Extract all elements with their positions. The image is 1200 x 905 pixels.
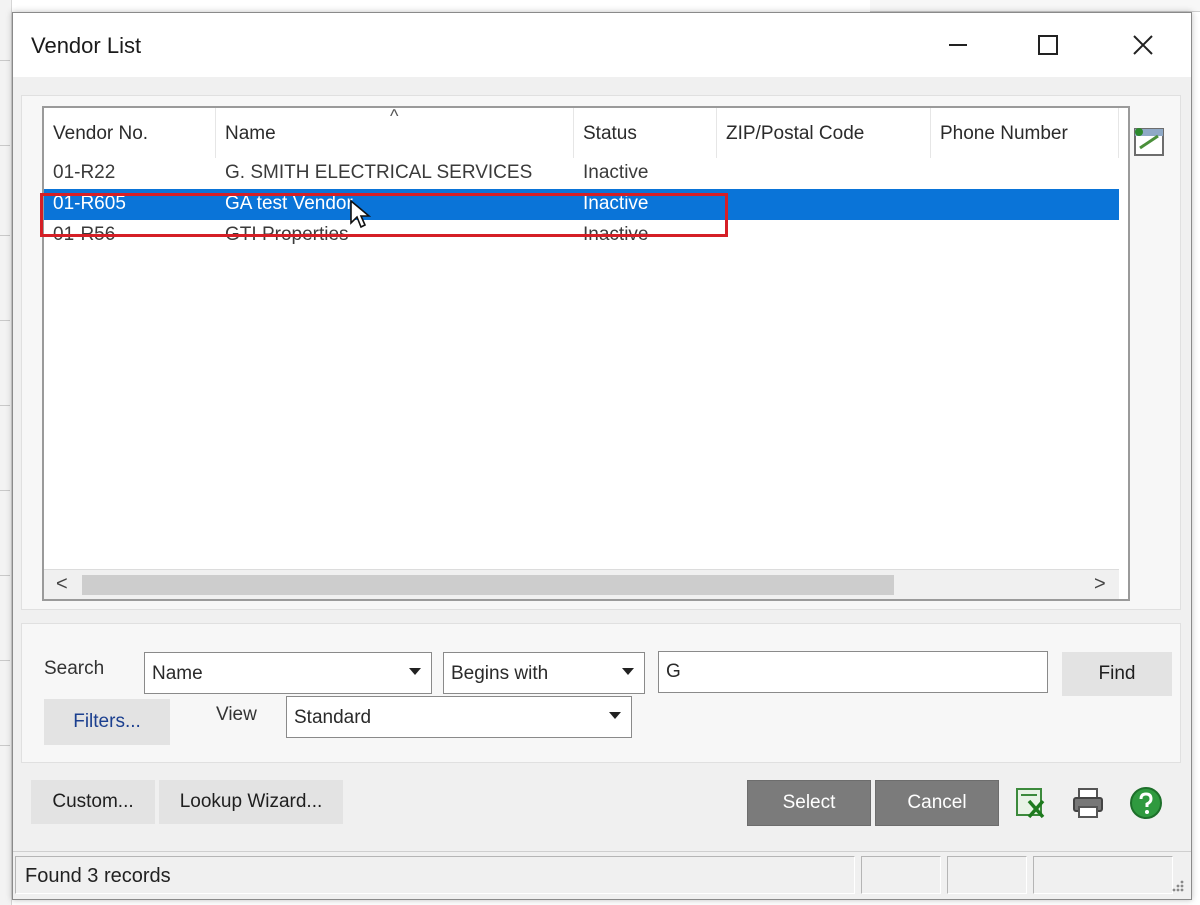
- chevron-down-icon: [609, 712, 621, 719]
- window-title: Vendor List: [31, 33, 142, 58]
- scroll-right-arrow[interactable]: >: [1094, 573, 1106, 596]
- status-pane: [861, 856, 941, 894]
- vendor-name-cell: GA test Vendor: [225, 193, 353, 214]
- column-header-zip[interactable]: ZIP/Postal Code: [717, 108, 931, 158]
- minimize-button[interactable]: [928, 25, 988, 65]
- scroll-left-arrow[interactable]: <: [56, 573, 68, 596]
- column-header-phone[interactable]: Phone Number: [931, 108, 1119, 158]
- background-app-edge: [0, 0, 12, 905]
- status-pane: [1033, 856, 1173, 894]
- status-pane: [947, 856, 1027, 894]
- minimize-icon: [949, 44, 967, 46]
- vendor-status-cell: Inactive: [583, 162, 649, 183]
- vendor-status-cell: Inactive: [583, 224, 649, 245]
- close-icon: [1133, 35, 1153, 55]
- cancel-button[interactable]: Cancel: [875, 780, 999, 826]
- find-button[interactable]: Find: [1062, 652, 1172, 696]
- vendor-name-cell: G. SMITH ELECTRICAL SERVICES: [225, 162, 533, 183]
- search-value-input[interactable]: [658, 651, 1048, 693]
- vendor-name-cell: GTI Properties: [225, 224, 349, 245]
- sort-ascending-icon: ^: [390, 106, 399, 126]
- list-panel: Vendor No. Name ^ Status ZIP/Postal Code…: [21, 95, 1181, 610]
- table-row-selected[interactable]: 01-R605 GA test Vendor Inactive: [44, 189, 1119, 220]
- status-text: Found 3 records: [25, 865, 171, 887]
- maximize-button[interactable]: [1018, 25, 1078, 65]
- chevron-down-icon: [622, 668, 634, 675]
- search-panel: Search Name Begins with Find Filters... …: [21, 623, 1181, 763]
- help-icon[interactable]: [1128, 785, 1164, 821]
- vendor-no-cell: 01-R22: [53, 162, 116, 183]
- mouse-cursor-icon: [350, 199, 371, 229]
- scrollbar-thumb[interactable]: [82, 575, 894, 595]
- close-button[interactable]: [1113, 25, 1173, 65]
- cancel-button-label: Cancel: [907, 792, 967, 813]
- search-field-dropdown[interactable]: Name: [144, 652, 432, 694]
- search-label: Search: [44, 658, 105, 679]
- custom-button-label: Custom...: [52, 791, 134, 812]
- print-icon[interactable]: [1070, 785, 1106, 821]
- horizontal-scrollbar[interactable]: < >: [44, 569, 1119, 599]
- chevron-down-icon: [409, 668, 421, 675]
- vendor-no-cell: 01-R605: [53, 193, 126, 214]
- table-row[interactable]: 01-R56 GTI Properties Inactive: [44, 220, 1119, 251]
- select-button[interactable]: Select: [747, 780, 871, 826]
- vendor-list-dialog: Vendor List Vendor No. Name ^ Status ZIP…: [12, 12, 1192, 900]
- lookup-wizard-button-label: Lookup Wizard...: [179, 791, 323, 812]
- customize-columns-icon[interactable]: [1132, 124, 1168, 160]
- find-button-label: Find: [1098, 663, 1136, 684]
- search-operator-dropdown[interactable]: Begins with: [443, 652, 645, 694]
- vendor-status-cell: Inactive: [583, 193, 649, 214]
- search-operator-value: Begins with: [451, 663, 549, 684]
- vendor-list[interactable]: Vendor No. Name ^ Status ZIP/Postal Code…: [42, 106, 1130, 601]
- table-row[interactable]: 01-R22 G. SMITH ELECTRICAL SERVICES Inac…: [44, 158, 1119, 189]
- list-header: Vendor No. Name ^ Status ZIP/Postal Code…: [44, 108, 1128, 158]
- resize-grip-icon[interactable]: [1169, 877, 1185, 893]
- lookup-wizard-button[interactable]: Lookup Wizard...: [159, 780, 343, 824]
- column-header-status[interactable]: Status: [574, 108, 717, 158]
- view-dropdown[interactable]: Standard: [286, 696, 632, 738]
- filters-button-label: Filters...: [73, 711, 141, 732]
- select-button-label: Select: [782, 792, 836, 813]
- excel-export-icon[interactable]: [1013, 785, 1049, 821]
- filters-button[interactable]: Filters...: [44, 699, 170, 745]
- title-bar: Vendor List: [13, 13, 1191, 77]
- vendor-no-cell: 01-R56: [53, 224, 116, 245]
- view-value: Standard: [294, 707, 372, 728]
- search-field-value: Name: [152, 663, 203, 684]
- custom-button[interactable]: Custom...: [31, 780, 155, 824]
- background-app-top: [870, 0, 1200, 12]
- maximize-icon: [1038, 35, 1058, 55]
- status-bar: [13, 851, 1191, 899]
- view-label: View: [216, 704, 257, 725]
- column-header-vendor-no[interactable]: Vendor No.: [44, 108, 216, 158]
